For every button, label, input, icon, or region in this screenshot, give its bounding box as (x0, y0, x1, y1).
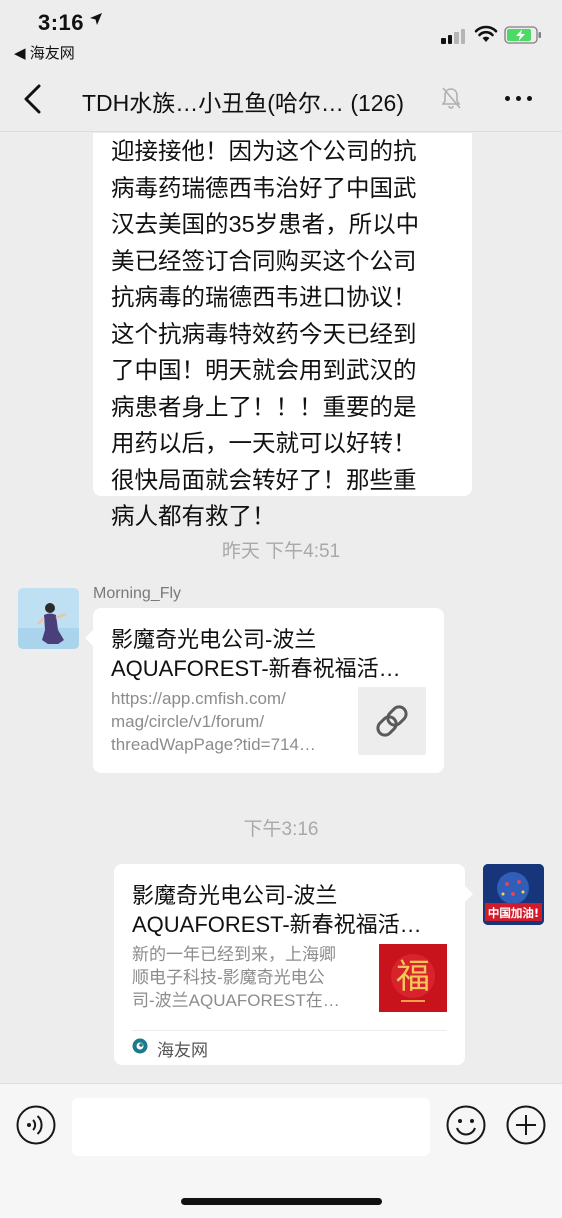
status-bar: 3:16 ◀ 海友网 (0, 0, 562, 66)
home-indicator[interactable] (181, 1198, 382, 1205)
message-input[interactable] (72, 1098, 430, 1156)
source-logo-icon (132, 1038, 148, 1054)
status-time: 3:16 (38, 10, 85, 35)
avatar[interactable] (18, 588, 79, 649)
more-dots-icon[interactable] (505, 96, 535, 104)
avatar-caption: 中国加油! (488, 906, 539, 920)
card-divider (132, 1030, 447, 1031)
article-thumbnail: 福 (379, 944, 447, 1012)
fu-character: 福 (396, 957, 430, 997)
article-card-title-line1: 影魔奇光电公司-波兰 (132, 883, 338, 908)
timestamp: 昨天 下午4:51 (221, 541, 341, 562)
link-thumbnail (358, 687, 426, 755)
timestamp: 下午3:16 (243, 819, 319, 840)
article-card[interactable]: 影魔奇光电公司-波兰 AQUAFOREST-新春祝福活… 新的一年已经到来，上海… (114, 864, 473, 1065)
chat-title: TDH水族…小丑鱼(哈尔… (126) (82, 90, 405, 116)
article-card-desc-line2: 顺电子科技-影魔奇光电公 (132, 968, 325, 987)
link-icon (376, 705, 408, 737)
back-to-app-link[interactable]: ◀ 海友网 (14, 42, 75, 63)
sender-name: Morning_Fly (93, 585, 182, 602)
article-card-desc-line1: 新的一年已经到来，上海卿 (132, 945, 336, 964)
link-card-title-line2: AQUAFOREST-新春祝福活… (111, 656, 401, 681)
location-arrow-icon (90, 13, 102, 25)
chat-header: TDH水族…小丑鱼(哈尔… (126) (0, 66, 562, 132)
source-name: 海友网 (157, 1041, 208, 1060)
link-card-url-line3: threadWapPage?tid=714… (111, 735, 316, 754)
voice-icon[interactable] (16, 1105, 56, 1145)
link-card[interactable]: 影魔奇光电公司-波兰 AQUAFOREST-新春祝福活… https://app… (85, 608, 444, 773)
message-list[interactable]: 迎接接他！因为这个公司的抗 病毒药瑞德西韦治好了中国武 汉去美国的35岁患者，所… (0, 133, 562, 1083)
my-avatar[interactable]: 中国加油! (483, 864, 544, 925)
link-card-title-line1: 影魔奇光电公司-波兰 (111, 627, 317, 652)
text-message-bubble[interactable]: 迎接接他！因为这个公司的抗 病毒药瑞德西韦治好了中国武 汉去美国的35岁患者，所… (93, 133, 472, 529)
plus-icon[interactable] (506, 1105, 546, 1145)
link-card-url-line1: https://app.cmfish.com/ (111, 689, 286, 708)
link-card-url-line2: mag/circle/v1/forum/ (111, 712, 265, 731)
cellular-signal-icon (441, 28, 467, 44)
wifi-icon (474, 25, 498, 42)
message-text: 迎接接他！因为这个公司的抗 病毒药瑞德西韦治好了中国武 汉去美国的35岁患者，所… (111, 138, 420, 529)
back-chevron-icon[interactable] (18, 83, 48, 115)
emoji-icon[interactable] (446, 1105, 486, 1145)
battery-charging-icon (504, 26, 541, 44)
bell-slash-icon (441, 87, 461, 109)
article-card-desc-line3: 司-波兰AQUAFOREST在… (132, 991, 340, 1010)
article-card-title-line2: AQUAFOREST-新春祝福活… (132, 912, 422, 937)
